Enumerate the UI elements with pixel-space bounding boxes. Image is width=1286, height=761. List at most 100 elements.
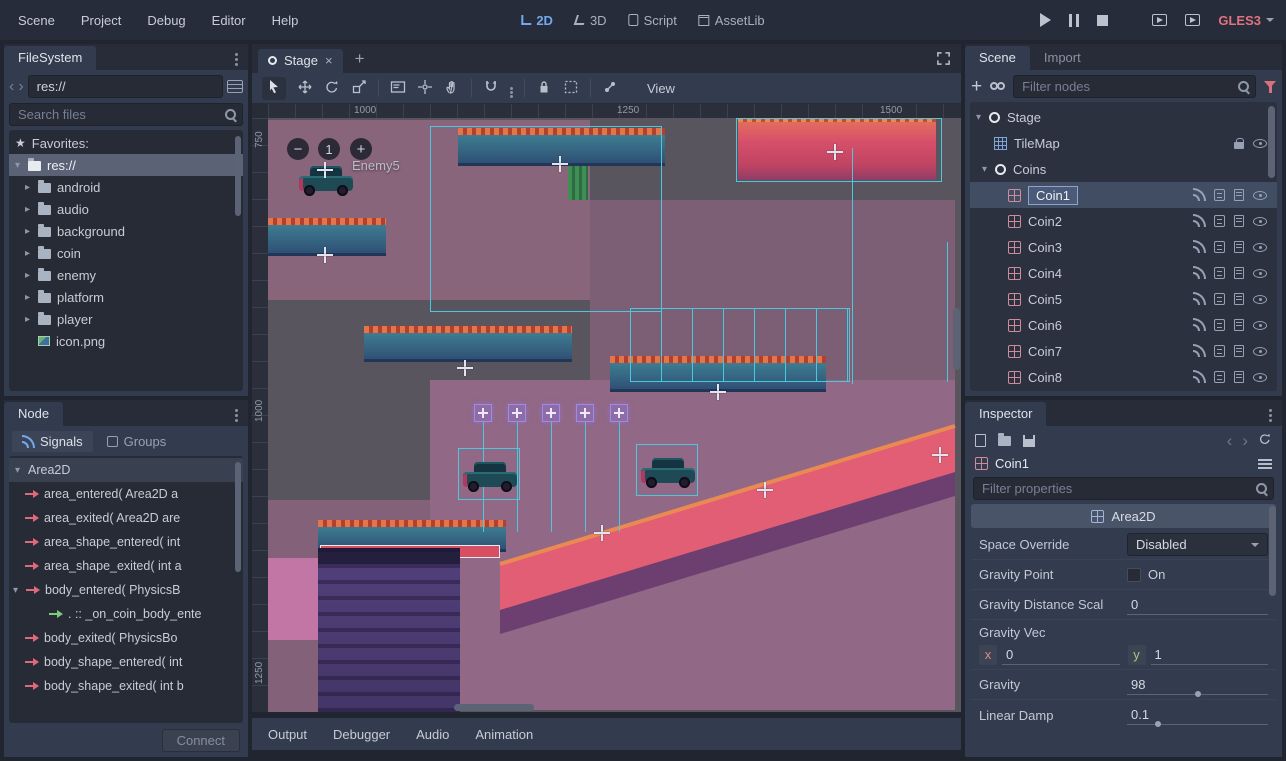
menu-debug[interactable]: Debug [141,9,191,32]
history-forward-icon[interactable]: › [1242,432,1248,449]
signal-indicator-icon[interactable] [1193,319,1205,331]
tree-item-coin[interactable]: ▸coin [9,242,243,264]
distraction-free-icon[interactable] [936,51,951,69]
snap-menu-icon[interactable] [510,87,513,90]
class-section-header[interactable]: Area2D [971,504,1276,528]
coin-sprite[interactable] [474,404,492,422]
nav-forward-button[interactable]: › [18,79,23,95]
signal-connection-row[interactable]: . :: _on_coin_body_ente [9,602,243,626]
mode-assetlib-button[interactable]: AssetLib [699,13,765,28]
play-button[interactable] [1040,13,1051,27]
signal-row-expanded[interactable]: ▾body_entered( PhysicsB [9,578,243,602]
import-tab[interactable]: Import [1030,46,1095,70]
pause-button[interactable] [1069,14,1079,27]
object-history-icon[interactable] [1258,432,1272,449]
canvas[interactable]: Enemy5 − 1 + [268,118,961,712]
gravity-distance-field[interactable]: 0 [1127,595,1268,615]
script-icon[interactable] [1234,345,1244,357]
dock-menu-icon[interactable] [1269,409,1272,412]
expand-arrow-icon[interactable]: ▸ [25,204,38,215]
group-indicator-icon[interactable] [1214,371,1225,383]
script-icon[interactable] [1234,267,1244,279]
close-tab-icon[interactable]: × [325,53,333,68]
tree-row-coin8[interactable]: Coin8 [970,364,1277,390]
tree-item-android[interactable]: ▸android [9,176,243,198]
visibility-icon[interactable] [1253,191,1267,200]
tree-row-coins[interactable]: ▾Coins [970,156,1277,182]
enemy-sprite[interactable] [640,448,696,488]
script-icon[interactable] [1234,319,1244,331]
new-resource-icon[interactable] [975,434,986,447]
collapse-arrow-icon[interactable]: ▾ [15,160,28,171]
history-back-icon[interactable]: ‹ [1227,432,1233,449]
new-scene-tab-button[interactable]: + [343,49,377,73]
scene-tab[interactable]: Scene [965,46,1030,70]
v-scrollbar[interactable] [953,308,960,370]
signal-row[interactable]: area_exited( Area2D are [9,506,243,530]
tree-item-platform[interactable]: ▸platform [9,286,243,308]
pivot-tool-icon[interactable] [417,79,433,98]
menu-editor[interactable]: Editor [206,9,252,32]
tree-row-stage[interactable]: ▾Stage [970,104,1277,130]
coin-sprite[interactable] [576,404,594,422]
tree-row-coin1[interactable]: Coin1 [970,182,1277,208]
scrollbar-thumb[interactable] [235,136,241,216]
script-icon[interactable] [1234,293,1244,305]
tree-row-coin7[interactable]: Coin7 [970,338,1277,364]
group-indicator-icon[interactable] [1214,241,1225,253]
renderer-select[interactable]: GLES3 [1218,13,1274,28]
tree-item-player[interactable]: ▸player [9,308,243,330]
signal-row[interactable]: area_shape_exited( int a [9,554,243,578]
menu-help[interactable]: Help [266,9,305,32]
linear-damp-field[interactable]: 0.1 [1127,705,1268,725]
dock-menu-icon[interactable] [235,53,238,56]
coin-sprite[interactable] [542,404,560,422]
signal-row[interactable]: area_shape_entered( int [9,530,243,554]
zoom-out-button[interactable]: − [287,138,309,160]
slider-grabber[interactable] [1195,691,1201,697]
group-indicator-icon[interactable] [1214,189,1225,201]
signals-tab[interactable]: Signals [12,431,93,452]
signal-indicator-icon[interactable] [1193,241,1205,253]
coin-sprite[interactable] [610,404,628,422]
signal-row[interactable]: area_entered( Area2D a [9,482,243,506]
visibility-icon[interactable] [1253,373,1267,382]
output-tab[interactable]: Output [268,727,307,742]
scale-tool-icon[interactable] [351,79,367,98]
tree-row-coin5[interactable]: Coin5 [970,286,1277,312]
space-override-dropdown[interactable]: Disabled [1127,533,1268,556]
scrollbar-thumb[interactable] [1268,106,1275,178]
move-tool-icon[interactable] [297,79,313,98]
group-object-icon[interactable] [563,79,579,98]
expand-arrow-icon[interactable]: ▸ [25,292,38,303]
signal-indicator-icon[interactable] [1193,345,1205,357]
enemy-sprite[interactable] [462,452,518,492]
script-icon[interactable] [1234,241,1244,253]
favorites-header[interactable]: ★Favorites: [9,132,243,154]
visibility-icon[interactable] [1253,269,1267,278]
group-indicator-icon[interactable] [1214,319,1225,331]
signal-indicator-icon[interactable] [1193,267,1205,279]
expand-arrow-icon[interactable]: ▸ [25,270,38,281]
h-scrollbar[interactable] [454,704,534,711]
dock-menu-icon[interactable] [235,409,238,412]
instance-scene-icon[interactable] [990,82,1005,92]
audio-tab[interactable]: Audio [416,727,449,742]
search-files-input[interactable] [9,103,243,126]
groups-tab[interactable]: Groups [97,431,177,452]
menu-project[interactable]: Project [75,9,127,32]
scrollbar-thumb[interactable] [1269,506,1276,596]
tree-item-enemy[interactable]: ▸enemy [9,264,243,286]
menu-scene[interactable]: Scene [12,9,61,32]
collapse-arrow-icon[interactable]: ▾ [976,112,989,123]
signal-row[interactable]: body_shape_exited( int b [9,674,243,698]
tree-row-coin6[interactable]: Coin6 [970,312,1277,338]
group-indicator-icon[interactable] [1214,293,1225,305]
save-resource-icon[interactable] [1023,435,1035,447]
select-tool-icon[interactable] [262,77,286,100]
zoom-reset-button[interactable]: 1 [318,138,340,160]
filter-properties-input[interactable] [973,477,1274,500]
tree-row-tilemap[interactable]: TileMap [970,130,1277,156]
stop-button[interactable] [1097,15,1108,26]
script-icon[interactable] [1234,371,1244,383]
